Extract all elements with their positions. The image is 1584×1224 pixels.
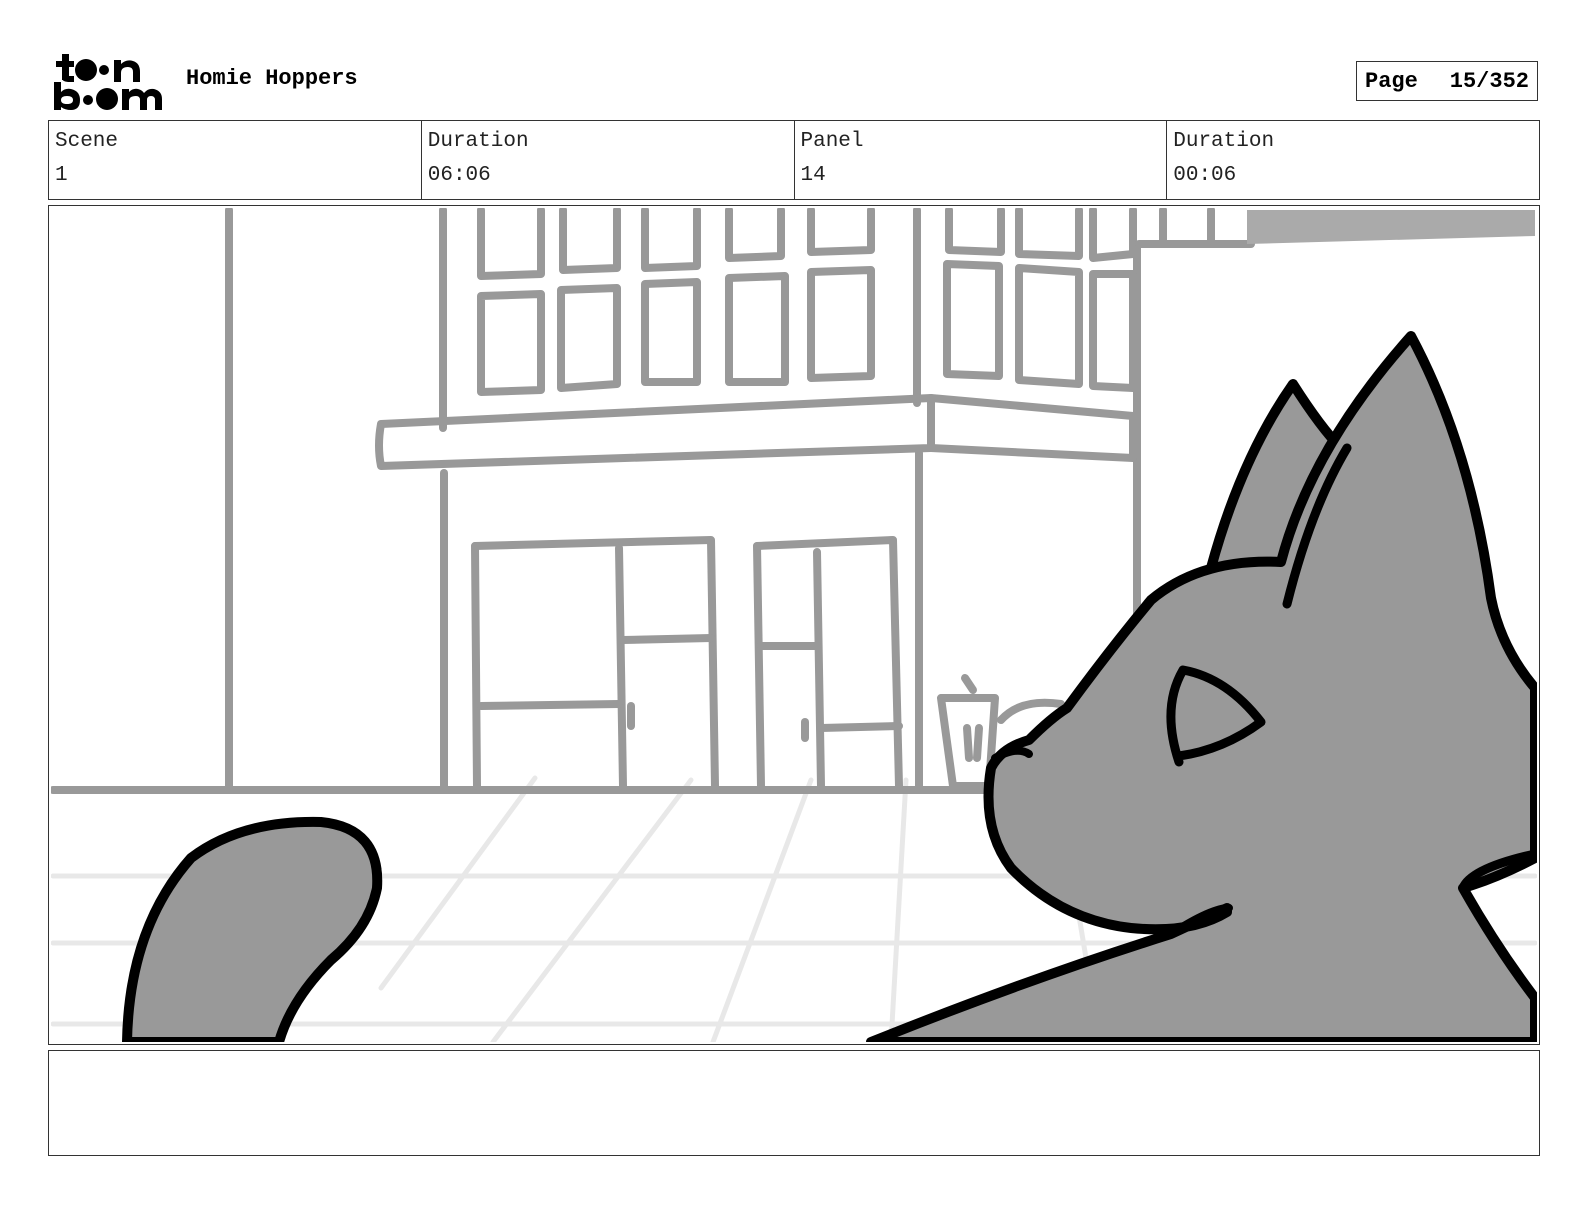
page-indicator: Page 15/352: [1356, 61, 1538, 101]
scene-value: 1: [55, 164, 68, 187]
panel-duration-value: 00:06: [1173, 164, 1237, 187]
cat-tail: [122, 816, 383, 1042]
scene-duration-value: 06:06: [427, 164, 491, 187]
project-title: Homie Hoppers: [186, 66, 358, 91]
scene-cell: Scene 1: [49, 121, 422, 199]
panel-value: 14: [800, 164, 826, 187]
panel-label: Panel: [800, 130, 864, 153]
storyboard-panel: [48, 205, 1540, 1045]
page-number: 15/352: [1449, 68, 1529, 94]
page-label: Page: [1365, 68, 1418, 94]
panel-cell: Panel 14: [795, 121, 1168, 199]
awning-shape: [1247, 210, 1535, 244]
toon-boom-logo: [52, 52, 164, 112]
panel-notes-box[interactable]: [48, 1050, 1540, 1156]
scene-label: Scene: [55, 130, 119, 153]
panel-duration-cell: Duration 00:06: [1167, 121, 1539, 199]
panel-illustration: [51, 208, 1537, 1042]
panel-duration-label: Duration: [1173, 130, 1275, 153]
scene-duration-label: Duration: [427, 130, 529, 153]
scene-duration-cell: Duration 06:06: [422, 121, 795, 199]
panel-info-table: Scene 1 Duration 06:06 Panel 14 Duration…: [48, 120, 1540, 200]
